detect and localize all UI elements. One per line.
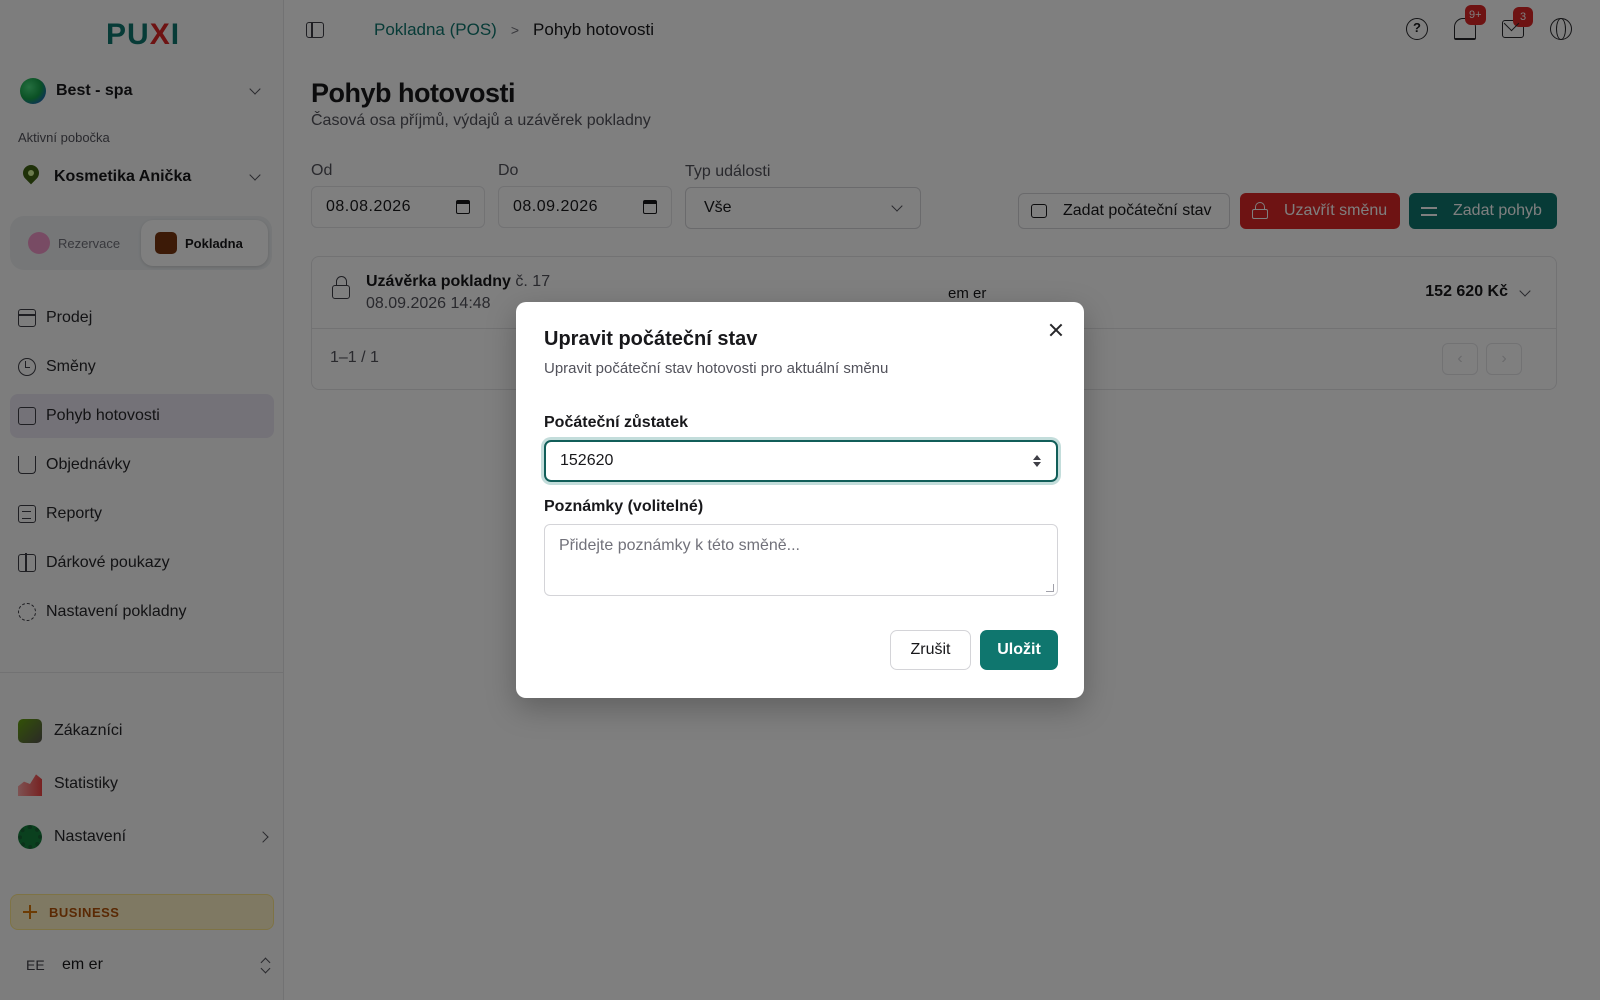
save-button[interactable]: Uložit <box>980 630 1058 670</box>
number-stepper-icon[interactable] <box>1032 454 1042 468</box>
opening-balance-label: Počáteční zůstatek <box>544 414 689 431</box>
notes-label: Poznámky (volitelné) <box>544 498 704 515</box>
notes-placeholder: Přidejte poznámky k této směně... <box>559 537 800 554</box>
edit-opening-balance-dialog: Upravit počáteční stav Upravit počáteční… <box>516 302 1084 698</box>
cancel-button[interactable]: Zrušit <box>890 630 971 670</box>
opening-balance-value: 152620 <box>560 452 614 469</box>
resize-handle[interactable] <box>1046 584 1054 592</box>
dialog-title: Upravit počáteční stav <box>544 328 758 350</box>
dialog-description: Upravit počáteční stav hotovosti pro akt… <box>544 360 889 377</box>
notes-textarea[interactable]: Přidejte poznámky k této směně... <box>544 524 1058 596</box>
opening-balance-input[interactable]: 152620 <box>544 440 1058 482</box>
close-icon[interactable] <box>1048 322 1064 338</box>
